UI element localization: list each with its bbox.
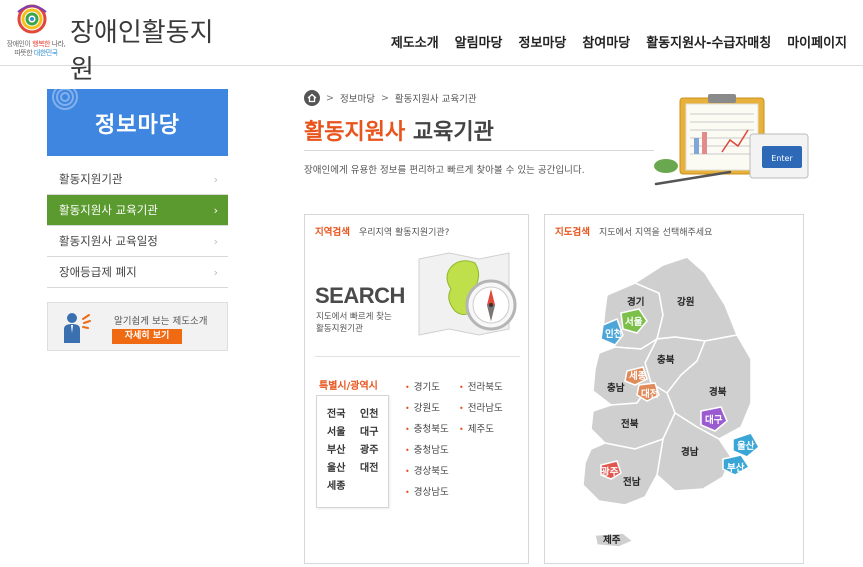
map-label-chungnam: 충남	[607, 382, 625, 394]
map-label-daejeon: 대전	[641, 388, 658, 400]
promo-text: 알기쉽게 보는 제도소개	[114, 316, 208, 327]
breadcrumb-item[interactable]: 정보마당	[340, 91, 375, 105]
metro-label: 특별시/광역시	[319, 381, 378, 392]
province-link-jeonnam[interactable]: 전라남도	[459, 400, 503, 421]
sidebar-item-label: 장애등급제 폐지	[59, 265, 137, 279]
map-label-seoul: 서울	[625, 316, 643, 328]
sidebar-item-training-schedule[interactable]: 활동지원사 교육일정 ›	[47, 226, 228, 257]
sidebar-item-grade-abolition[interactable]: 장애등급제 폐지 ›	[47, 257, 228, 288]
header: 장애인이 행복한 나라, 따뜻한 대한민국 장애인활동지원 제도소개 알림마당 …	[0, 0, 863, 85]
province-list-1: 경기도 강원도 충청북도 충청남도 경상북도 경상남도	[405, 379, 449, 505]
nav-item-info[interactable]: 정보마당	[519, 32, 567, 51]
page-title-rest: 교육기관	[412, 120, 494, 145]
map-label-gyeongbuk: 경북	[709, 386, 727, 398]
chevron-right-icon: ›	[213, 265, 218, 279]
map-compass-icon	[418, 252, 517, 336]
map-label-chungbuk: 충북	[657, 354, 675, 366]
metro-city-list: 전국 인천 서울 대구 부산 광주 울산 대전 세종	[316, 395, 389, 508]
map-label-busan: 부산	[727, 462, 745, 474]
metro-link-ulsan[interactable]: 울산	[327, 462, 360, 476]
sidebar-item-label: 활동지원사 교육일정	[59, 234, 158, 248]
map-search-heading: 지도검색 지도에서 지역을 선택해주세요	[555, 227, 713, 238]
nav-item-intro[interactable]: 제도소개	[391, 32, 439, 51]
search-subtext: 지도에서 빠르게 찾는 활동지원기관	[316, 312, 392, 334]
province-link-gangwon[interactable]: 강원도	[405, 400, 449, 421]
nav-item-participation[interactable]: 참여마당	[582, 32, 630, 51]
province-link-chungnam[interactable]: 충청남도	[405, 442, 449, 463]
sidebar-title-banner: 정보마당	[47, 89, 228, 156]
metro-link-gwangju[interactable]: 광주	[360, 444, 388, 458]
system-intro-promo: 알기쉽게 보는 제도소개 자세히 보기	[47, 302, 228, 351]
view-details-button[interactable]: 자세히 보기	[112, 329, 182, 344]
breadcrumb: > 정보마당 > 활동지원사 교육기관	[304, 90, 477, 106]
page-title: 활동지원사 교육기관	[304, 114, 494, 146]
map-label-sejong: 세종	[629, 370, 647, 382]
page-title-highlight: 활동지원사	[304, 120, 406, 145]
sidebar-item-support-agencies[interactable]: 활동지원기관 ›	[47, 164, 228, 195]
map-label-incheon: 인천	[605, 329, 622, 340]
province-link-gyeonggi[interactable]: 경기도	[405, 379, 449, 400]
map-label-jeonbuk: 전북	[621, 418, 639, 430]
page: 장애인이 행복한 나라, 따뜻한 대한민국 장애인활동지원 제도소개 알림마당 …	[0, 0, 863, 567]
map-label-gyeonggi: 경기	[627, 296, 644, 308]
map-search-panel: 지도검색 지도에서 지역을 선택해주세요 경기 강원 인천 서울 충북 세종 충…	[544, 214, 804, 564]
metro-link-incheon[interactable]: 인천	[360, 408, 388, 422]
logo[interactable]: 장애인이 행복한 나라, 따뜻한 대한민국 장애인활동지원	[2, 2, 232, 85]
home-icon[interactable]	[304, 90, 320, 106]
region-search-panel: 지역검색 우리지역 활동지원기관? SEARCH 지도에서 빠르게 찾는 활동지…	[304, 214, 529, 564]
global-nav: 제도소개 알림마당 정보마당 참여마당 활동지원사-수급자매칭 마이페이지	[391, 32, 847, 51]
breadcrumb-separator: >	[326, 92, 334, 104]
sidebar-item-label: 활동지원사 교육기관	[59, 203, 158, 217]
metro-link-nationwide[interactable]: 전국	[327, 408, 360, 422]
metro-link-daejeon[interactable]: 대전	[360, 462, 388, 476]
province-link-gyeongnam[interactable]: 경상남도	[405, 484, 449, 505]
map-region-jeonnam[interactable]	[582, 437, 664, 506]
map-label-ulsan: 울산	[737, 440, 755, 452]
enter-key-label: Enter	[771, 154, 793, 163]
map-label-gyeongnam: 경남	[681, 446, 699, 458]
chevron-right-icon: ›	[213, 172, 218, 186]
title-divider	[304, 150, 654, 151]
breadcrumb-item[interactable]: 활동지원사 교육기관	[395, 91, 477, 105]
metro-link-daegu[interactable]: 대구	[360, 426, 388, 440]
logo-tagline: 장애인이 행복한 나라, 따뜻한 대한민국	[6, 40, 66, 57]
nav-item-mypage[interactable]: 마이페이지	[787, 32, 847, 51]
map-label-jeonnam: 전남	[623, 476, 641, 488]
panel-divider	[315, 356, 520, 357]
province-link-gyeongbuk[interactable]: 경상북도	[405, 463, 449, 484]
province-link-chungbuk[interactable]: 충청북도	[405, 421, 449, 442]
map-label-gwangju: 광주	[601, 466, 619, 478]
chevron-right-icon: ›	[213, 203, 218, 217]
province-link-jeju[interactable]: 제주도	[459, 421, 503, 442]
map-label-jeju: 제주	[603, 534, 621, 546]
province-list-2: 전라북도 전라남도 제주도	[459, 379, 503, 442]
logo-swirl-icon	[17, 4, 47, 34]
korea-map: 경기 강원 인천 서울 충북 세종 충남 대전 경북 대구 전북 경남 울산 부…	[582, 256, 760, 548]
metro-link-seoul[interactable]: 서울	[327, 426, 360, 440]
map-label-daegu: 대구	[705, 414, 723, 426]
sidebar-item-training-institutions[interactable]: 활동지원사 교육기관 ›	[47, 195, 228, 226]
province-link-jeonbuk[interactable]: 전라북도	[459, 379, 503, 400]
person-icon	[64, 313, 91, 343]
sidebar-title: 정보마당	[95, 113, 180, 138]
sidebar-item-label: 활동지원기관	[59, 172, 123, 186]
map-label-gangwon: 강원	[677, 296, 694, 308]
search-headline: SEARCH	[315, 283, 405, 308]
sidebar-menu: 활동지원기관 › 활동지원사 교육기관 › 활동지원사 교육일정 › 장애등급제…	[47, 164, 228, 288]
site-title: 장애인활동지원	[70, 18, 214, 85]
nav-item-matching[interactable]: 활동지원사-수급자매칭	[646, 32, 771, 51]
page-description: 장애인에게 유용한 정보를 편리하고 빠르게 찾아볼 수 있는 공간입니다.	[304, 165, 585, 176]
chevron-right-icon: ›	[213, 234, 218, 248]
metro-link-busan[interactable]: 부산	[327, 444, 360, 458]
metro-link-sejong[interactable]: 세종	[327, 480, 360, 494]
region-search-heading: 지역검색 우리지역 활동지원기관?	[315, 227, 450, 238]
clipboard-keyboard-illustration: Enter	[654, 94, 809, 186]
nav-item-notice[interactable]: 알림마당	[455, 32, 503, 51]
breadcrumb-separator: >	[380, 92, 389, 104]
